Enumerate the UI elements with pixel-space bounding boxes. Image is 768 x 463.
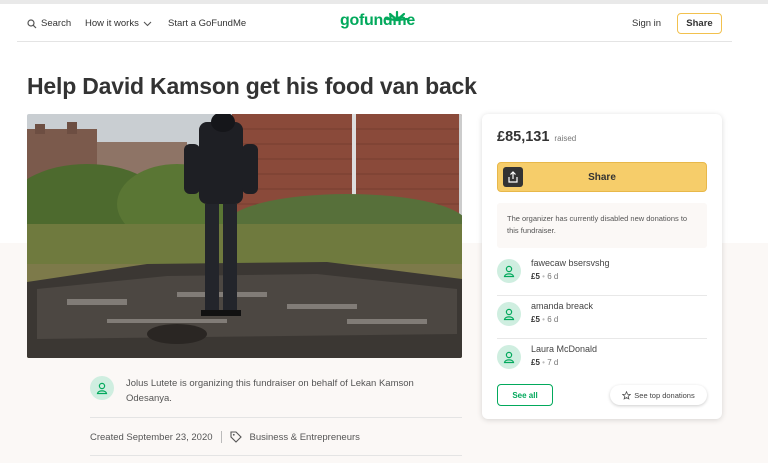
donor-avatar (497, 259, 521, 283)
raised-label: raised (554, 134, 577, 143)
campaign-photo[interactable] (27, 114, 462, 358)
donor-avatar (497, 345, 521, 369)
see-all-button[interactable]: See all (497, 384, 553, 406)
meta-separator (220, 431, 222, 443)
donor-avatar (497, 302, 521, 326)
donation-time: 6 d (547, 315, 559, 324)
donation-amount: £5 (531, 358, 540, 367)
start-gofundme-label: Start a GoFundMe (168, 18, 247, 29)
share-icon (503, 167, 523, 187)
organizer-avatar (90, 376, 114, 400)
donations-disabled-notice: The organizer has currently disabled new… (497, 203, 707, 248)
donation-card: £85,131 raised Share The organizer has c… (482, 114, 722, 419)
search-link[interactable]: Search (27, 18, 71, 29)
donation-meta: £5 • 7 d (531, 358, 559, 367)
logo-spark-icon (385, 10, 409, 22)
donation-item: fawecaw bsersvshg £5 • 6 d (497, 253, 707, 296)
star-icon (622, 390, 632, 400)
donation-meta: £5 • 6 d (531, 315, 559, 324)
campaign-meta: Created September 23, 2020 Business & En… (90, 431, 360, 443)
card-share-button[interactable]: Share (497, 162, 707, 192)
campaign-title: Help David Kamson get his food van back (27, 73, 477, 99)
sign-in-link[interactable]: Sign in (632, 18, 661, 29)
category-link[interactable]: Business & Entrepreneurs (250, 432, 360, 443)
donation-meta: £5 • 6 d (531, 272, 559, 281)
header-divider (17, 41, 732, 42)
raised-summary: £85,131 raised (497, 129, 576, 145)
how-it-works-menu[interactable]: How it works (85, 18, 152, 29)
site-header: Search How it works Start a GoFundMe gof… (0, 4, 768, 42)
user-icon (503, 265, 515, 278)
header-share-button[interactable]: Share (677, 13, 722, 34)
search-label: Search (41, 18, 72, 29)
donor-name: Laura McDonald (531, 344, 598, 354)
organizer-divider (90, 417, 462, 418)
see-top-donations-button[interactable]: See top donations (610, 385, 707, 405)
created-date: Created September 23, 2020 (90, 431, 213, 443)
card-share-label: Share (588, 171, 616, 183)
burnt-food-van-image (27, 114, 462, 358)
raised-amount: £85,131 (497, 129, 550, 145)
chevron-down-icon (143, 21, 152, 26)
donor-name: amanda breack (531, 301, 594, 311)
donation-item: amanda breack £5 • 6 d (497, 296, 707, 339)
how-it-works-label: How it works (85, 18, 139, 29)
donation-amount: £5 (531, 315, 540, 324)
donation-amount: £5 (531, 272, 540, 281)
user-icon (503, 351, 515, 364)
meta-divider (90, 455, 462, 456)
tag-icon (229, 431, 242, 443)
search-icon (27, 18, 37, 28)
donor-name: fawecaw bsersvshg (531, 258, 610, 268)
user-icon (503, 308, 515, 321)
see-top-donations-label: See top donations (634, 390, 695, 400)
donation-time: 7 d (547, 358, 559, 367)
donation-item: Laura McDonald £5 • 7 d (497, 339, 707, 382)
user-icon (96, 382, 108, 395)
donation-time: 6 d (547, 272, 559, 281)
organizer-text: Jolus Lutete is organizing this fundrais… (126, 378, 414, 404)
start-gofundme-link[interactable]: Start a GoFundMe (168, 18, 246, 29)
